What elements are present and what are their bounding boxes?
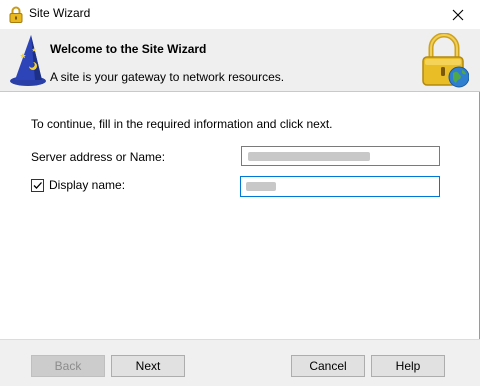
close-button[interactable] — [436, 0, 480, 29]
header-title: Welcome to the Site Wizard — [50, 42, 207, 56]
instruction-text: To continue, fill in the required inform… — [31, 117, 333, 131]
back-button[interactable]: Back — [31, 355, 105, 377]
close-icon — [452, 9, 464, 20]
help-button[interactable]: Help — [371, 355, 445, 377]
checkmark-icon — [33, 181, 42, 189]
server-address-input[interactable] — [241, 146, 440, 166]
next-button[interactable]: Next — [111, 355, 185, 377]
title-bar: Site Wizard — [0, 0, 480, 29]
site-wizard-window: Site Wizard Welcome to the Site Wizard A… — [0, 0, 480, 386]
display-name-label: Display name: — [49, 178, 126, 192]
window-title: Site Wizard — [29, 6, 91, 20]
display-name-option[interactable]: Display name: — [31, 178, 125, 192]
display-name-checkbox[interactable] — [31, 178, 44, 192]
redacted-value — [246, 182, 276, 191]
lock-icon — [9, 6, 23, 23]
display-name-input[interactable] — [240, 176, 440, 197]
cancel-button[interactable]: Cancel — [291, 355, 365, 377]
wizard-hat-icon — [10, 35, 46, 86]
server-address-label: Server address or Name: — [31, 150, 166, 164]
wizard-header: Welcome to the Site Wizard A site is you… — [0, 29, 480, 92]
header-subtitle: A site is your gateway to network resour… — [50, 70, 285, 84]
button-bar: Back Next Cancel Help — [0, 339, 480, 386]
padlock-globe-icon — [422, 33, 469, 88]
redacted-value — [248, 152, 370, 161]
